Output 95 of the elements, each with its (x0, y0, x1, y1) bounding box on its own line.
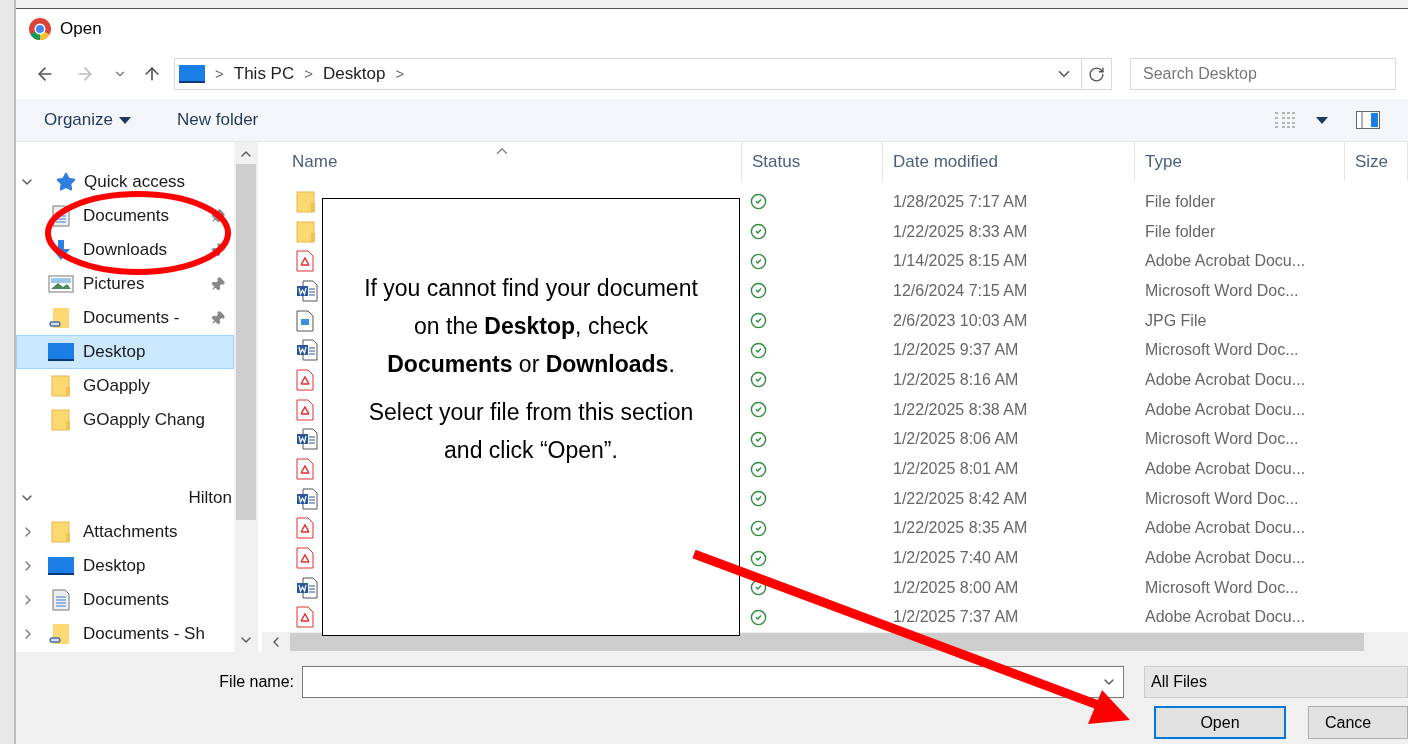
image-file-icon (296, 309, 314, 332)
desktop-icon (179, 65, 205, 83)
caret-icon[interactable] (119, 116, 131, 124)
desktop-icon (48, 343, 74, 361)
type-cell-text: Adobe Acrobat Docu... (1144, 548, 1307, 569)
type-cell-text: Microsoft Word Doc... (1144, 429, 1300, 450)
date-cell-text: 1/22/2025 8:42 AM (892, 488, 1029, 509)
sidebar-item[interactable]: GOapply (16, 369, 234, 403)
folder-icon (296, 190, 316, 213)
breadcrumb[interactable]: This PC (233, 61, 295, 87)
date-cell-text: 1/2/2025 7:40 AM (892, 548, 1020, 569)
word-file-icon (296, 428, 318, 451)
word-file-icon (296, 279, 318, 302)
refresh-icon[interactable] (1088, 65, 1105, 83)
pdf-file-icon (296, 517, 314, 540)
date-cell-text: 1/2/2025 9:37 AM (892, 340, 1020, 361)
type-cell-text: Adobe Acrobat Docu... (1144, 459, 1307, 480)
breadcrumb-separator: > (395, 63, 405, 84)
breadcrumb-separator: > (304, 63, 313, 84)
date-cell-text: 12/6/2024 7:15 AM (892, 280, 1029, 301)
type-cell-text: Adobe Acrobat Docu... (1144, 518, 1307, 539)
open-button[interactable]: Open (1154, 706, 1286, 739)
file-type-dropdown[interactable]: All Files (1144, 666, 1408, 698)
organize-button[interactable]: Organize (44, 107, 131, 133)
column-header[interactable]: Type (1135, 142, 1345, 181)
column-header[interactable]: Status (742, 142, 883, 181)
sidebar-section-header[interactable]: Hilton (16, 481, 234, 515)
type-cell-text: Adobe Acrobat Docu... (1144, 369, 1307, 390)
pdf-file-icon (296, 250, 314, 273)
folder-icon (51, 409, 71, 431)
cancel-button[interactable]: Cance (1308, 706, 1408, 739)
sidebar-item[interactable]: Documents - Sh (16, 617, 234, 651)
pdf-file-icon (296, 547, 314, 570)
sidebar-item[interactable]: Documents - (16, 301, 234, 335)
desktop-icon (48, 557, 74, 575)
type-cell-text: Microsoft Word Doc... (1144, 577, 1300, 598)
date-cell-text: 2/6/2023 10:03 AM (892, 310, 1029, 331)
date-cell-text: 1/2/2025 8:01 AM (892, 459, 1020, 480)
file-name-field[interactable] (302, 666, 1124, 698)
file-name-label: File name: (218, 672, 295, 692)
column-header[interactable]: Date modified (883, 142, 1135, 181)
word-file-icon (296, 339, 318, 362)
callout-text: Select your file from this section and click “Open”. (367, 398, 695, 465)
callout-text: If you cannot find your document on the Desktop, check Documents or Downloads. (363, 274, 699, 379)
date-cell-text: 1/22/2025 8:38 AM (892, 399, 1029, 420)
type-cell-text: Microsoft Word Doc... (1144, 280, 1300, 301)
date-cell-text: 1/2/2025 7:37 AM (892, 607, 1020, 628)
type-cell-text: File folder (1144, 221, 1217, 242)
sidebar-scrollbar[interactable] (234, 142, 258, 652)
search-field[interactable]: Search Desktop (1130, 58, 1396, 90)
star-icon (56, 172, 76, 192)
new-folder-button[interactable]: New folder (177, 107, 259, 133)
word-file-icon (296, 487, 318, 510)
pdf-file-icon (296, 458, 314, 481)
type-cell-text: JPG File (1144, 310, 1208, 331)
type-cell-text: Adobe Acrobat Docu... (1144, 251, 1307, 272)
sidebar-item[interactable]: Pictures (16, 267, 234, 301)
sidebar-item[interactable]: Desktop (16, 335, 234, 369)
window-title: Open (60, 18, 102, 41)
type-cell-text: Adobe Acrobat Docu... (1144, 607, 1307, 628)
date-cell-text: 1/14/2025 8:15 AM (892, 251, 1029, 272)
date-cell-text: 1/22/2025 8:35 AM (892, 518, 1029, 539)
sidebar-item[interactable]: Documents (16, 583, 234, 617)
folder-icon (51, 521, 71, 543)
pdf-file-icon (296, 368, 314, 391)
pdf-file-icon (296, 398, 314, 421)
sidebar-item[interactable]: GOapply Chang (16, 403, 234, 437)
preview-pane-icon[interactable] (1356, 111, 1380, 129)
breadcrumb-separator: > (215, 63, 224, 84)
sidebar-item[interactable]: Desktop (16, 549, 234, 583)
type-cell-text: Adobe Acrobat Docu... (1144, 399, 1307, 420)
pdf-file-icon (296, 606, 314, 629)
document-icon (51, 589, 71, 611)
date-cell-text: 1/2/2025 8:00 AM (892, 577, 1020, 598)
date-cell-text: 1/2/2025 8:16 AM (892, 369, 1020, 390)
sidebar-section-header[interactable]: Quick access (16, 165, 234, 199)
sidebar-item[interactable]: Documents (16, 199, 234, 233)
picture-icon (48, 275, 74, 293)
date-cell-text: 1/2/2025 8:06 AM (892, 429, 1020, 450)
word-file-icon (296, 576, 318, 599)
browser-logo-icon (28, 17, 52, 41)
address-bar[interactable]: > This PC > Desktop > (174, 58, 1112, 90)
column-header[interactable]: Name (262, 142, 742, 181)
breadcrumb[interactable]: Desktop (323, 61, 386, 87)
folder-icon (51, 375, 71, 397)
view-dropdown-icon[interactable] (1316, 116, 1328, 124)
column-header[interactable]: Size (1345, 142, 1408, 181)
date-cell-text: 1/28/2025 7:17 AM (892, 191, 1029, 212)
horizontal-scrollbar[interactable] (262, 632, 1408, 652)
date-cell-text: 1/22/2025 8:33 AM (892, 221, 1029, 242)
type-cell-text: File folder (1144, 191, 1217, 212)
sidebar-item[interactable]: Attachments (16, 515, 234, 549)
type-cell-text: Microsoft Word Doc... (1144, 340, 1300, 361)
type-cell-text: Microsoft Word Doc... (1144, 488, 1300, 509)
folder-icon (296, 220, 316, 243)
